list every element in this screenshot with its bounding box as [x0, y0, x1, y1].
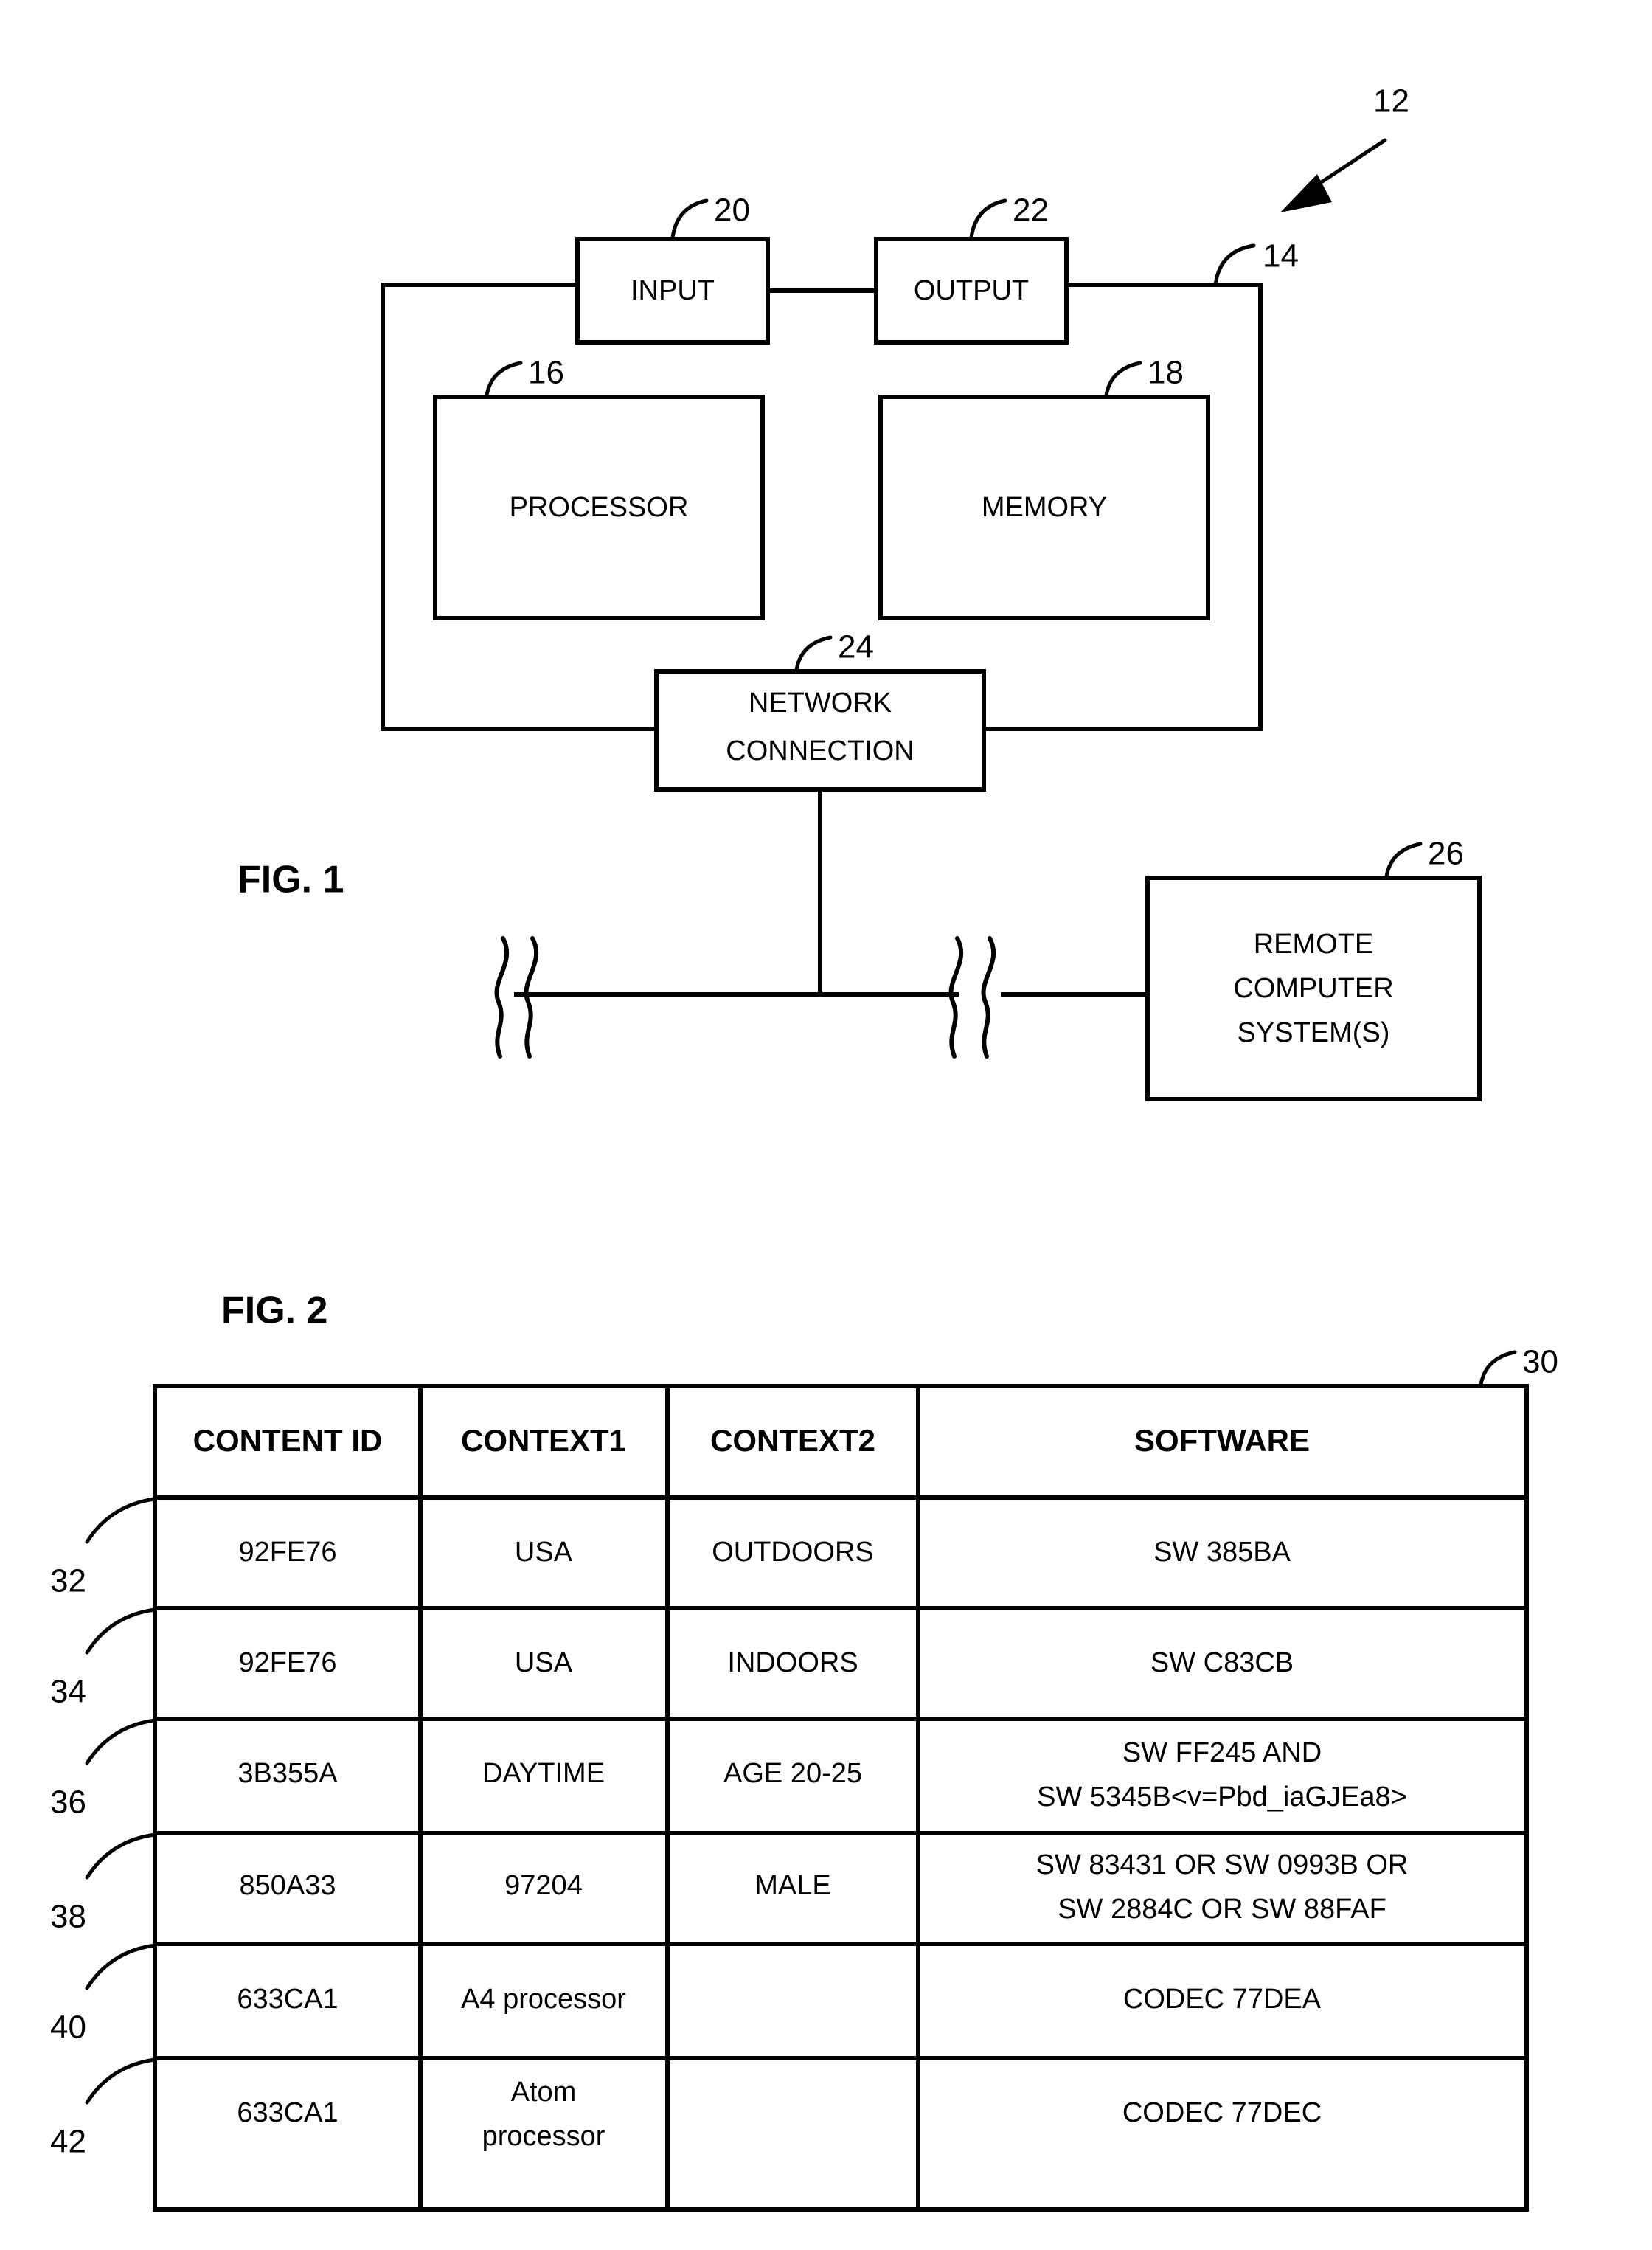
cell-context1: USA — [515, 1647, 573, 1678]
cell-software-line1: SW FF245 AND — [1122, 1737, 1322, 1768]
ref-18-label: 18 — [1148, 355, 1184, 391]
ref-26-leader — [1384, 842, 1423, 879]
break-symbol-left — [494, 936, 539, 1059]
cell-context2: OUTDOORS — [712, 1537, 874, 1568]
cell-software-line2: SW 2884C OR SW 88FAF — [1058, 1894, 1386, 1925]
row-ref-38-label: 38 — [50, 1899, 86, 1935]
remote-label-line3: SYSTEM(S) — [1238, 1017, 1390, 1048]
ref-40-leader — [85, 1943, 157, 1990]
cell-context1: DAYTIME — [482, 1758, 605, 1789]
column-header-context1: CONTEXT1 — [461, 1423, 626, 1458]
break-symbol-right — [948, 936, 996, 1059]
cell-context2: INDOORS — [727, 1647, 858, 1678]
break-left-curve-2 — [524, 936, 539, 1059]
cell-context2: AGE 20-25 — [723, 1758, 862, 1789]
ref-22-leader — [969, 198, 1007, 240]
column-header-software: SOFTWARE — [1134, 1423, 1310, 1458]
remote-label-line2: COMPUTER — [1233, 973, 1393, 1004]
input-block: INPUT 20 — [575, 193, 770, 345]
ref-24-leader — [794, 635, 833, 672]
input-label: INPUT — [631, 275, 715, 306]
column-header-content-id: CONTENT ID — [193, 1423, 383, 1458]
cell-content-id: 850A33 — [239, 1870, 336, 1901]
cell-content-id: 92FE76 — [238, 1537, 336, 1568]
patent-figure-page: 12 14 INPUT 20 OUTPUT 22 PROCESSOR 16 ME… — [0, 0, 1652, 2250]
cell-content-id: 633CA1 — [237, 1984, 338, 2015]
figures-canvas: 12 14 INPUT 20 OUTPUT 22 PROCESSOR 16 ME… — [50, 83, 1558, 2212]
break-right-curve-2 — [981, 936, 996, 1059]
table-header-row: CONTENT ID CONTEXT1 CONTEXT2 SOFTWARE — [193, 1423, 1310, 1458]
memory-label: MEMORY — [982, 492, 1107, 523]
cell-context2: MALE — [754, 1870, 830, 1901]
cell-context1: A4 processor — [461, 1984, 626, 2015]
ref-12-leader-line — [1309, 138, 1387, 191]
ref-26-label: 26 — [1428, 836, 1464, 872]
ref-16-label: 16 — [528, 355, 564, 391]
ref-42-leader — [85, 2057, 157, 2105]
output-label: OUTPUT — [914, 275, 1029, 306]
cell-context1: 97204 — [504, 1870, 583, 1901]
output-block: OUTPUT 22 — [874, 193, 1069, 345]
column-header-context2: CONTEXT2 — [710, 1423, 875, 1458]
cell-software-line2: SW 5345B<v=Pbd_iaGJEa8> — [1037, 1782, 1407, 1813]
ref-36-leader — [85, 1718, 157, 1765]
ref-16-leader — [485, 361, 523, 398]
ref-24-label: 24 — [838, 629, 874, 665]
processor-block: PROCESSOR 16 — [433, 355, 765, 620]
row-ref-42-label: 42 — [50, 2124, 86, 2160]
break-left-curve-1 — [494, 936, 510, 1059]
cell-content-id: 3B355A — [237, 1758, 338, 1789]
remote-computer-system-block: REMOTE COMPUTER SYSTEM(S) 26 — [1145, 836, 1482, 1101]
system-ref-12-callout: 12 — [1280, 83, 1409, 212]
network-label-line1: NETWORK — [749, 688, 892, 719]
ref-22-label: 22 — [1013, 193, 1049, 229]
cell-content-id: 92FE76 — [238, 1647, 336, 1678]
ref-18-leader — [1104, 361, 1142, 398]
figure-2-caption: FIG. 2 — [221, 1290, 327, 1332]
ref-32-leader — [85, 1497, 157, 1544]
ref-14-leader — [1213, 243, 1256, 287]
cell-context1-line2: processor — [482, 2121, 605, 2152]
ref-30-leader — [1479, 1350, 1517, 1387]
memory-block: MEMORY 18 — [878, 355, 1210, 620]
cell-software: CODEC 77DEC — [1122, 2097, 1322, 2128]
cell-software: SW 385BA — [1153, 1537, 1291, 1568]
ref-20-leader — [670, 198, 709, 240]
network-label-line2: CONNECTION — [726, 735, 914, 766]
ref-14-label: 14 — [1263, 238, 1299, 274]
figure-1-caption: FIG. 1 — [237, 859, 344, 901]
cell-context1-line1: Atom — [511, 2077, 577, 2108]
cell-software: SW C83CB — [1150, 1647, 1294, 1678]
figure-1-group: 12 14 INPUT 20 OUTPUT 22 PROCESSOR 16 ME… — [237, 83, 1482, 1101]
processor-label: PROCESSOR — [510, 492, 689, 523]
row-ref-36-label: 36 — [50, 1785, 86, 1821]
ref-12-label: 12 — [1373, 83, 1409, 120]
cell-content-id: 633CA1 — [237, 2097, 338, 2128]
network-connection-block: NETWORK CONNECTION 24 — [654, 629, 986, 792]
figure-2-group: FIG. 2 30 CONTENT ID CONTEXT1 CONTEXT2 S… — [50, 1290, 1558, 2212]
row-ref-34-label: 34 — [50, 1674, 86, 1710]
cell-software-line1: SW 83431 OR SW 0993B OR — [1036, 1849, 1409, 1880]
row-ref-32-label: 32 — [50, 1563, 86, 1599]
remote-label-line1: REMOTE — [1254, 929, 1374, 960]
ref-20-label: 20 — [714, 193, 750, 229]
row-ref-40-label: 40 — [50, 2010, 86, 2046]
ref-34-leader — [85, 1607, 157, 1655]
ref-38-leader — [85, 1832, 157, 1880]
cell-context1: USA — [515, 1537, 573, 1568]
break-right-curve-1 — [948, 936, 964, 1059]
cell-software: CODEC 77DEA — [1123, 1984, 1322, 2015]
ref-30-label: 30 — [1522, 1344, 1558, 1380]
